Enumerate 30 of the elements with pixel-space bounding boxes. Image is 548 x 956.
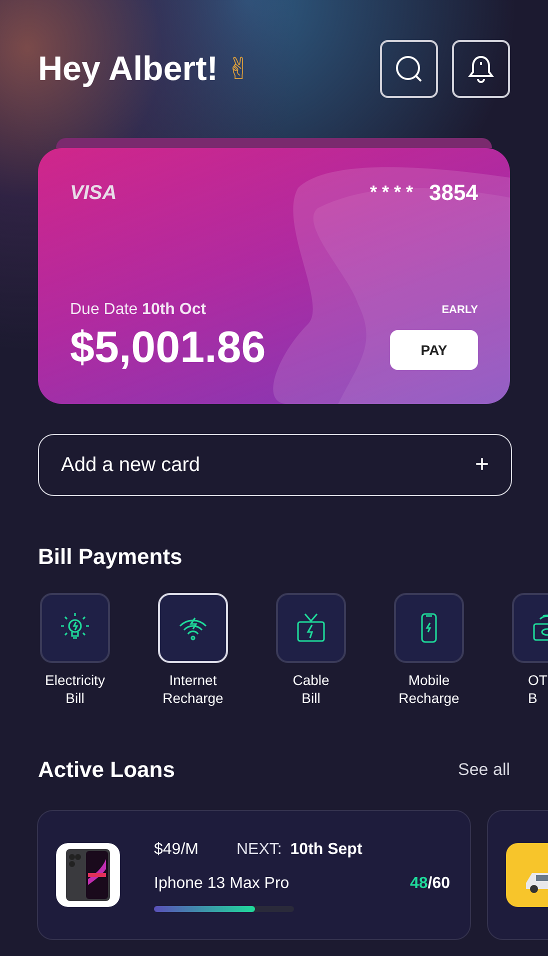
pay-button[interactable]: PAY	[390, 330, 478, 370]
see-all-link[interactable]: See all	[458, 756, 510, 782]
loan-card[interactable]: $49/M NEXT: 10th Sept Iphone 13 Max Pro 48/60	[37, 810, 471, 940]
bill-category-button[interactable]	[276, 593, 346, 663]
early-label: EARLY	[442, 302, 478, 318]
section-title: Bill Payments	[38, 543, 184, 571]
due-date: Due Date 10th Oct	[70, 300, 208, 320]
installments-count: 48/60	[410, 874, 450, 894]
card-amount: $5,001.86	[70, 326, 266, 370]
plus-icon: +	[474, 453, 489, 477]
bell-icon	[467, 54, 495, 84]
section-title: Active Loans	[38, 756, 175, 784]
search-button[interactable]	[380, 40, 438, 98]
victory-hand-emoji: ✌	[226, 50, 252, 88]
next-payment: NEXT: 10th Sept	[236, 840, 362, 860]
notification-button[interactable]	[452, 40, 510, 98]
bill-label: Cable Bill	[292, 671, 330, 707]
card-number: 3854	[429, 179, 478, 207]
greeting-title: Hey Albert!	[38, 48, 218, 90]
bill-label: OT B	[527, 671, 548, 707]
masked-digits: * * * *	[370, 181, 414, 204]
loan-name: Iphone 13 Max Pro	[154, 874, 290, 894]
bill-category-button[interactable]	[40, 593, 110, 663]
monthly-payment: $49/M	[154, 840, 198, 860]
bill-label: Electricity Bill	[45, 671, 105, 707]
bill-label: Internet Recharge	[162, 671, 224, 707]
card-brand: VISA	[70, 180, 117, 206]
bill-label: Mobile Recharge	[398, 671, 460, 707]
bill-category-button[interactable]	[394, 593, 464, 663]
add-card-button[interactable]: Add a new card +	[38, 434, 512, 496]
